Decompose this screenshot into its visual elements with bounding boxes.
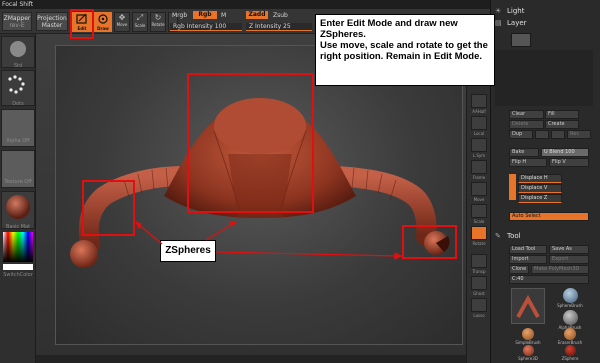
annotation-arrows (134, 220, 403, 260)
